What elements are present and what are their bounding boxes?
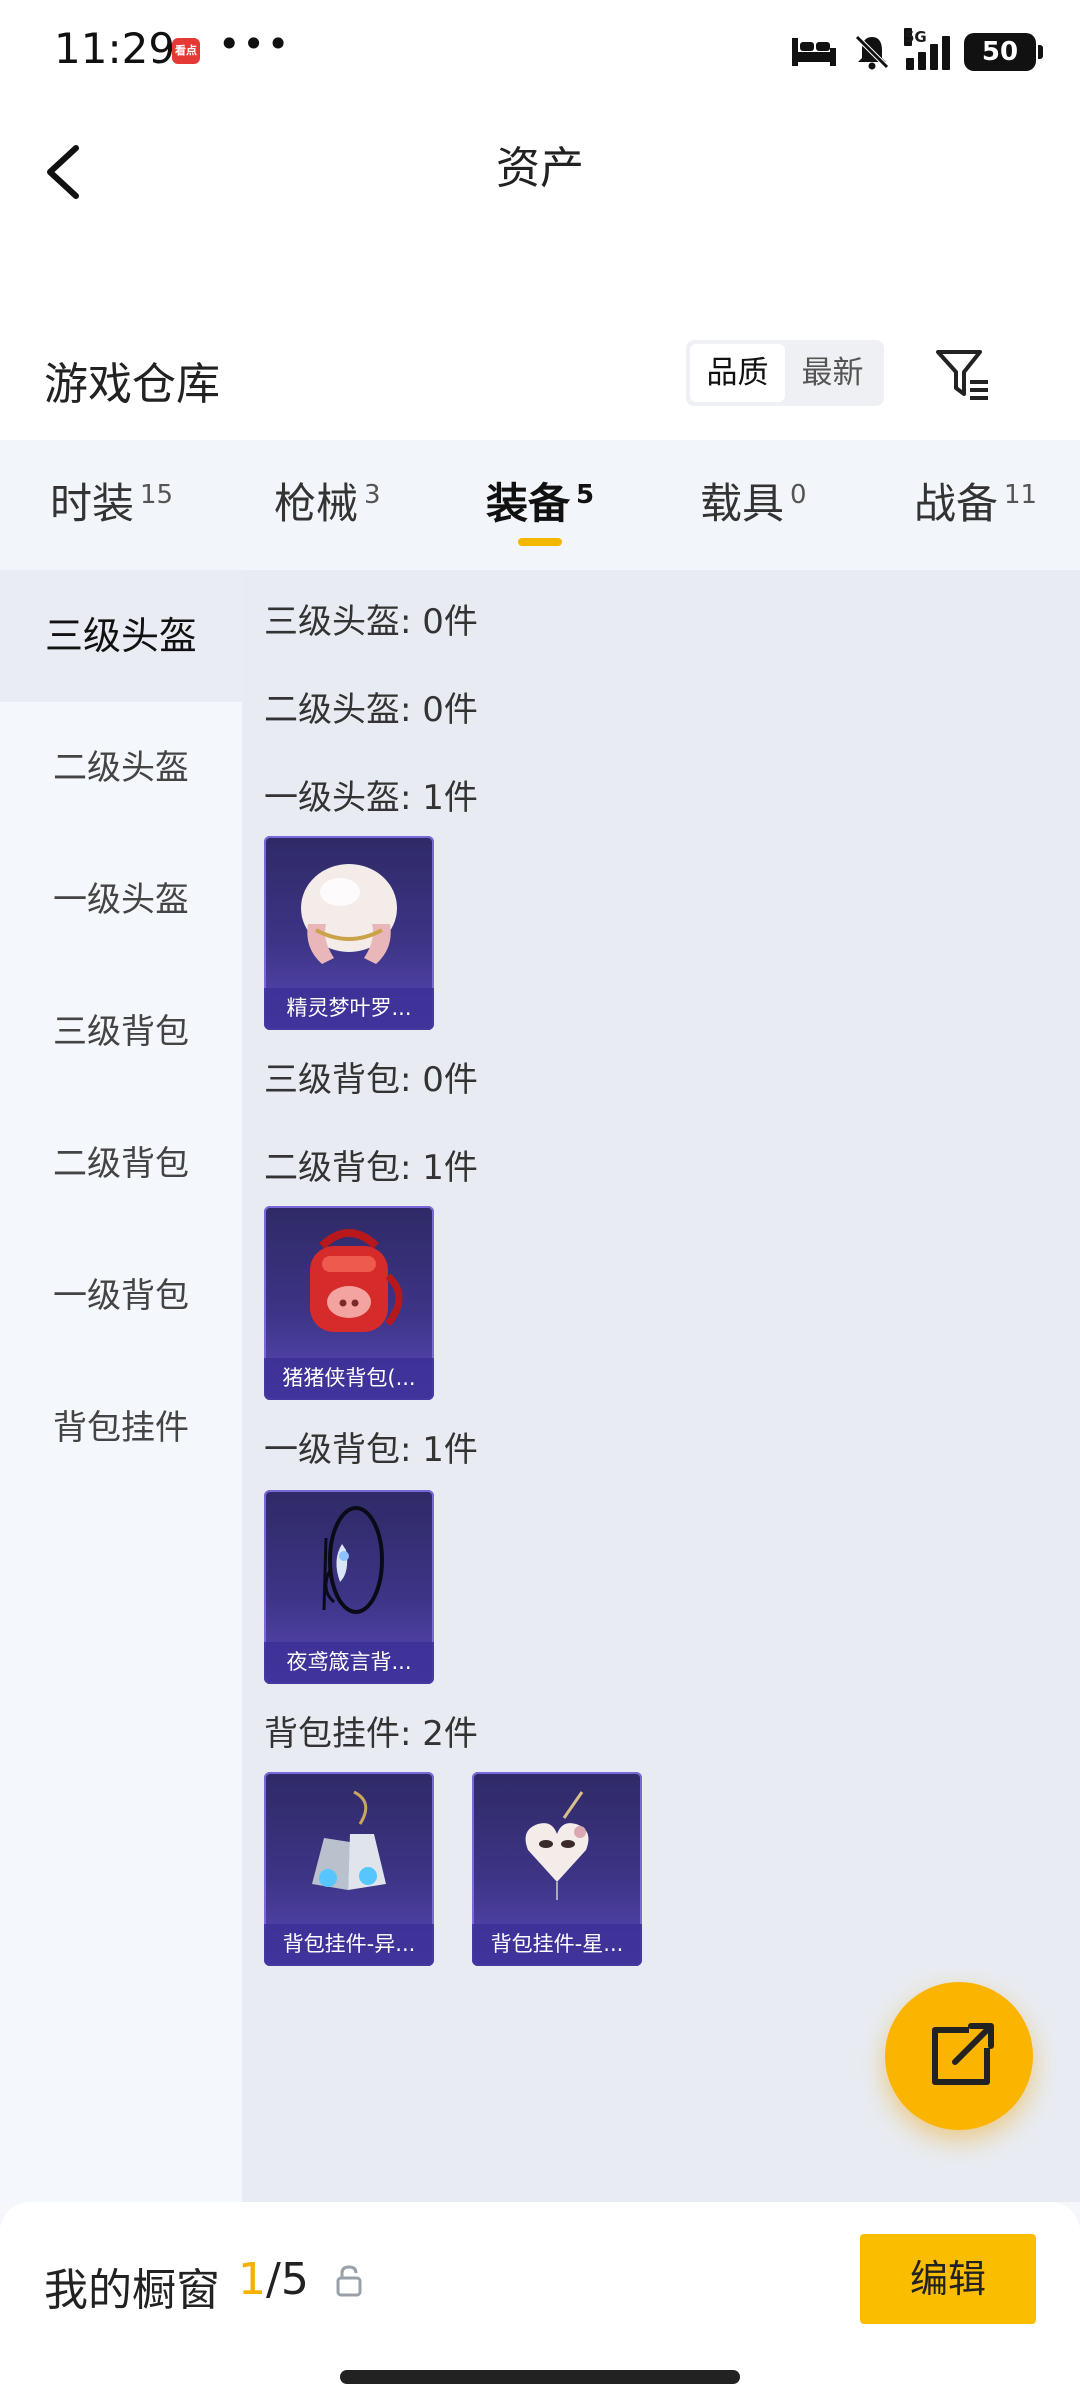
network-type: 5G xyxy=(904,28,927,46)
filter-icon xyxy=(936,350,988,400)
section-label: 二级背包: 1件 xyxy=(264,1148,478,1188)
tab-fashion[interactable]: 时装 15 xyxy=(50,470,173,531)
item-name: 精灵梦叶罗... xyxy=(264,988,434,1030)
tab-label: 时装 xyxy=(50,479,135,528)
warehouse-title: 游戏仓库 xyxy=(44,359,220,410)
item-card[interactable]: 背包挂件-星... xyxy=(472,1772,642,1966)
warehouse-header: 游戏仓库 品质 最新 xyxy=(0,320,1080,440)
sidebar-item-level3-backpack[interactable]: 三级背包 xyxy=(0,966,242,1098)
item-name: 夜鸢箴言背... xyxy=(264,1642,434,1684)
backpack-icon xyxy=(310,1229,403,1332)
category-tabs: 时装 15 枪械 3 装备 5 载具 0 战备 11 xyxy=(0,440,1080,570)
share-out-icon xyxy=(932,2023,994,2085)
bed-icon xyxy=(792,38,836,66)
item-name: 背包挂件-异... xyxy=(264,1924,434,1966)
section-label: 三级背包: 0件 xyxy=(264,1060,478,1100)
lock-icon xyxy=(336,2265,362,2297)
sidebar-item-level2-backpack[interactable]: 二级背包 xyxy=(0,1098,242,1230)
showcase-bar: 我的橱窗 1/5 编辑 xyxy=(0,2202,1080,2400)
tab-count: 15 xyxy=(140,480,174,510)
sidebar-item-level1-helmet[interactable]: 一级头盔 xyxy=(0,834,242,966)
tab-label: 载具 xyxy=(700,479,785,528)
battery-icon: 50 xyxy=(964,33,1043,71)
sidebar-item-level1-backpack[interactable]: 一级背包 xyxy=(0,1230,242,1362)
heart-charm-icon xyxy=(525,1791,589,1900)
sidebar: 三级头盔 二级头盔 一级头盔 三级背包 二级背包 一级背包 背包挂件 xyxy=(0,570,242,2202)
tab-vehicles[interactable]: 载具 0 xyxy=(700,470,807,531)
filter-button[interactable] xyxy=(930,342,996,408)
item-name: 背包挂件-星... xyxy=(472,1924,642,1966)
more-notifications-icon: ••• xyxy=(218,22,292,66)
section-label: 一级头盔: 1件 xyxy=(264,778,478,818)
status-time: 11:29 xyxy=(54,24,176,73)
tab-label: 枪械 xyxy=(274,479,359,528)
edit-button[interactable]: 编辑 xyxy=(860,2234,1036,2324)
mute-bell-icon xyxy=(855,35,889,70)
status-bar: 11:29 看点 ••• 5G 50 xyxy=(0,0,1080,110)
item-list: 三级头盔: 0件 二级头盔: 0件 一级头盔: 1件 精灵梦叶罗... 三级背包… xyxy=(242,570,1080,2202)
title-bar: 资产 xyxy=(0,110,1080,320)
showcase-current: 1 xyxy=(238,2254,266,2305)
showcase-total: /5 xyxy=(266,2254,309,2305)
bell-charm-icon xyxy=(312,1790,386,1890)
sort-toggle: 品质 最新 xyxy=(686,340,884,406)
section-label: 二级头盔: 0件 xyxy=(264,690,478,730)
tab-count: 5 xyxy=(576,480,595,510)
tab-firearms[interactable]: 枪械 3 xyxy=(274,470,381,531)
active-tab-indicator xyxy=(518,538,562,546)
share-button[interactable] xyxy=(885,1982,1033,2130)
showcase-count: 1/5 xyxy=(238,2254,309,2305)
signal-icon: 5G xyxy=(904,28,950,70)
section-label: 三级头盔: 0件 xyxy=(264,602,478,642)
item-card[interactable]: 夜鸢箴言背... xyxy=(264,1490,434,1684)
section-label: 背包挂件: 2件 xyxy=(264,1714,478,1754)
item-card[interactable]: 猪猪侠背包(... xyxy=(264,1206,434,1400)
showcase-label: 我的橱窗 xyxy=(44,2265,220,2316)
sidebar-item-backpack-charm[interactable]: 背包挂件 xyxy=(0,1362,242,1494)
sort-option-newest[interactable]: 最新 xyxy=(785,344,880,402)
item-card[interactable]: 精灵梦叶罗... xyxy=(264,836,434,1030)
home-indicator[interactable] xyxy=(340,2370,740,2384)
helmet-icon xyxy=(301,864,397,964)
tab-label: 战备 xyxy=(914,479,999,528)
section-label: 一级背包: 1件 xyxy=(264,1430,478,1470)
sidebar-item-level3-helmet[interactable]: 三级头盔 xyxy=(0,570,242,702)
item-name: 猪猪侠背包(... xyxy=(264,1358,434,1400)
tab-gear[interactable]: 战备 11 xyxy=(914,470,1037,531)
item-card[interactable]: 背包挂件-异... xyxy=(264,1772,434,1966)
page-title: 资产 xyxy=(496,143,584,194)
wire-backpack-icon xyxy=(322,1506,384,1614)
sidebar-item-level2-helmet[interactable]: 二级头盔 xyxy=(0,702,242,834)
tab-count: 11 xyxy=(1004,480,1038,510)
tab-count: 3 xyxy=(364,480,381,510)
app-notification-icon: 看点 xyxy=(172,38,200,64)
tab-label: 装备 xyxy=(486,479,571,528)
tab-count: 0 xyxy=(790,480,807,510)
tab-equipment[interactable]: 装备 5 xyxy=(486,470,594,531)
sort-option-quality[interactable]: 品质 xyxy=(690,344,785,402)
